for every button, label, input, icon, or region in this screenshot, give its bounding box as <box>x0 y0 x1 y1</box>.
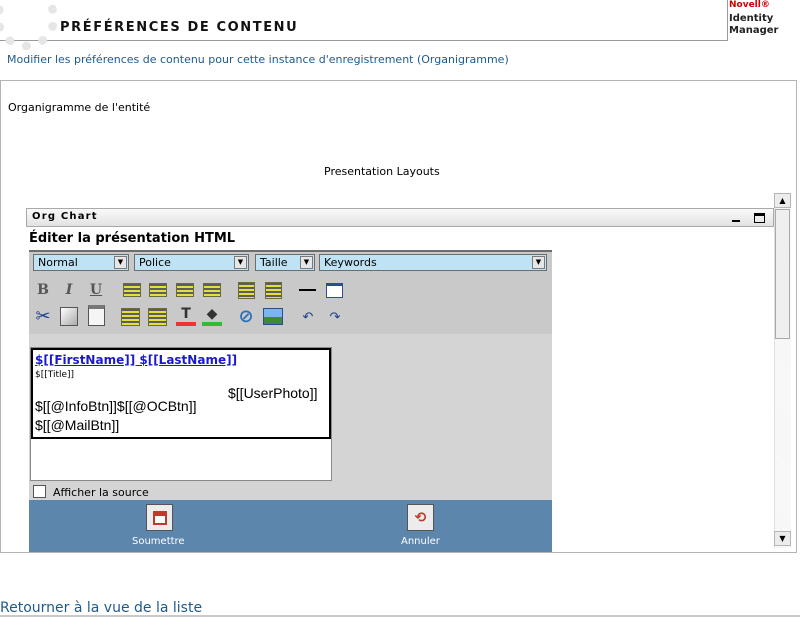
outdent-icon[interactable] <box>121 308 140 326</box>
size-select[interactable]: Taille ▼ <box>255 254 315 271</box>
show-source-checkbox[interactable] <box>33 485 46 498</box>
page-title: PRÉFÉRENCES DE CONTENU <box>60 20 299 35</box>
horizontal-rule-icon[interactable] <box>299 289 316 291</box>
align-center-icon[interactable] <box>149 283 167 297</box>
text-color-icon[interactable]: T <box>176 306 196 326</box>
brand-line-2: Manager <box>729 25 779 36</box>
font-select-value: Police <box>139 256 171 269</box>
table-icon[interactable] <box>326 283 343 298</box>
align-right-icon[interactable] <box>176 283 194 297</box>
indent-icon[interactable] <box>148 308 167 326</box>
panel-title-bar <box>26 208 774 227</box>
back-to-list-link[interactable]: Retourner à la vue de la liste <box>0 600 202 616</box>
link-icon[interactable]: ⊘ <box>236 306 256 327</box>
editor-title: Éditer la présentation HTML <box>29 231 236 246</box>
layouts-label: Presentation Layouts <box>324 165 440 178</box>
maximize-icon[interactable] <box>754 213 765 223</box>
bold-icon[interactable]: B <box>33 280 53 300</box>
entity-label: Organigramme de l'entité <box>8 101 151 114</box>
card-buttons-placeholder: $[[@InfoBtn]]$[[@OCBtn]] <box>35 398 197 414</box>
keywords-select[interactable]: Keywords ▼ <box>319 254 547 271</box>
save-icon <box>152 510 167 525</box>
page-subtitle: Modifier les préférences de contenu pour… <box>7 53 509 66</box>
panel-title: Org Chart <box>32 211 98 222</box>
chevron-down-icon: ▼ <box>114 256 127 269</box>
scroll-up-icon[interactable]: ▲ <box>774 193 791 208</box>
card-photo-placeholder: $[[UserPhoto]] <box>228 385 318 401</box>
format-select-value: Normal <box>38 256 78 269</box>
chevron-down-icon: ▼ <box>300 256 313 269</box>
show-source-label: Afficher la source <box>53 486 149 499</box>
italic-icon[interactable]: I <box>59 280 79 300</box>
action-bar <box>29 500 552 552</box>
justify-icon[interactable] <box>203 283 221 297</box>
scrollbar-thumb[interactable] <box>775 209 790 339</box>
font-select[interactable]: Police ▼ <box>134 254 249 271</box>
underline-icon[interactable]: U <box>86 280 106 300</box>
copy-icon[interactable] <box>60 307 78 326</box>
scroll-down-icon[interactable]: ▼ <box>774 531 791 546</box>
cancel-icon: ⟲ <box>414 509 427 526</box>
redo-icon[interactable]: ↷ <box>325 307 345 327</box>
minimize-icon[interactable] <box>731 211 741 223</box>
card-mail-placeholder: $[[@MailBtn]] <box>35 417 120 433</box>
keywords-select-value: Keywords <box>324 256 377 269</box>
cut-icon[interactable]: ✂ <box>33 306 53 327</box>
undo-icon[interactable]: ↶ <box>298 307 318 327</box>
highlight-color-icon[interactable]: ◆ <box>202 306 222 326</box>
unordered-list-icon[interactable] <box>265 282 282 299</box>
paste-icon[interactable] <box>88 305 105 326</box>
submit-button[interactable] <box>146 504 173 531</box>
brand-line-1: Identity <box>729 13 774 24</box>
chevron-down-icon: ▼ <box>234 256 247 269</box>
brand-company: Novell® <box>729 0 770 10</box>
ordered-list-icon[interactable] <box>238 282 255 299</box>
submit-label: Soumettre <box>132 536 185 547</box>
gear-watermark-icon <box>0 0 58 50</box>
cancel-button[interactable]: ⟲ <box>407 504 434 531</box>
cancel-label: Annuler <box>401 536 440 547</box>
align-left-icon[interactable] <box>123 283 141 297</box>
format-select[interactable]: Normal ▼ <box>33 254 129 271</box>
image-icon[interactable] <box>263 308 283 325</box>
card-title-placeholder: $[[Title]] <box>35 370 75 380</box>
size-select-value: Taille <box>260 256 288 269</box>
card-name-placeholder: $[[FirstName]] $[[LastName]] <box>35 353 238 367</box>
chevron-down-icon: ▼ <box>532 256 545 269</box>
